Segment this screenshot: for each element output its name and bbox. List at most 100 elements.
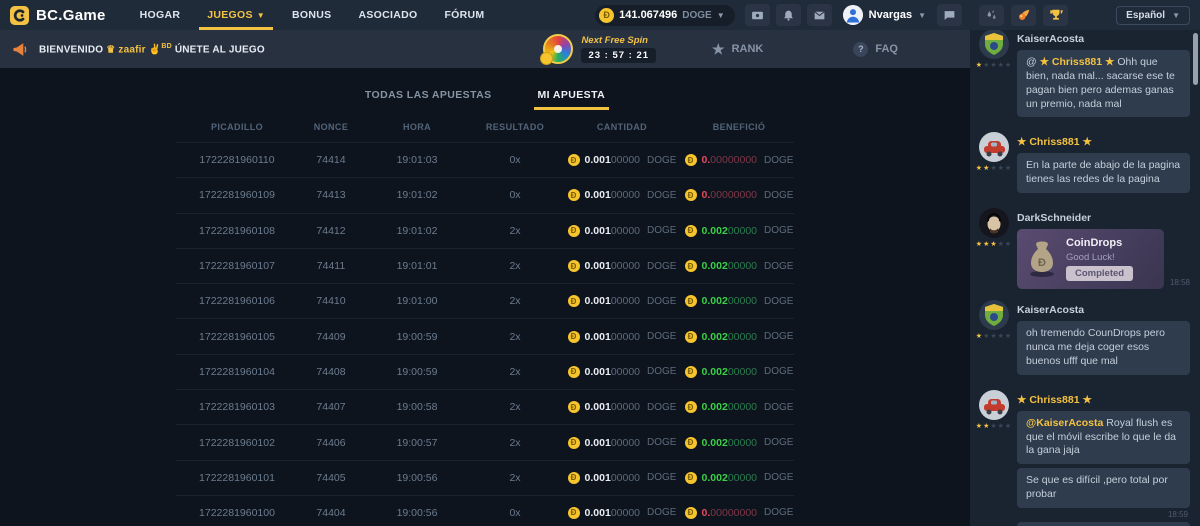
cell-hash: 1722281960106 xyxy=(176,295,298,307)
chat-username[interactable]: DarkSchneider xyxy=(1017,212,1091,224)
logo[interactable]: BC.Game xyxy=(10,6,106,25)
cell-nonce: 74406 xyxy=(298,437,364,449)
user-avatar[interactable] xyxy=(979,300,1009,330)
coindrop-card[interactable]: ÐCoinDropsGood Luck!Completed xyxy=(1017,229,1164,289)
table-row[interactable]: 17222819601067441019:01:002xÐ0.00100000D… xyxy=(176,283,794,318)
cell-hash: 1722281960109 xyxy=(176,189,298,201)
table-row[interactable]: 17222819601037440719:00:582xÐ0.00100000D… xyxy=(176,389,794,424)
mention: @KaiserAcosta xyxy=(1026,417,1103,429)
message-timestamp: 18:59 xyxy=(1017,510,1188,519)
column-header: CANTIDAD xyxy=(560,122,684,132)
coindrop-subtitle: Good Luck! xyxy=(1066,252,1133,263)
doge-coin-icon: Ð xyxy=(685,437,697,449)
nav-item-bonus[interactable]: BONUS xyxy=(292,0,331,30)
user-avatar[interactable] xyxy=(979,132,1009,162)
doge-coin-icon: Ð xyxy=(568,260,580,272)
app: BC.Game HOGAR JUEGOS▼ BONUS ASOCIADO FÓRUM Ð… xyxy=(0,0,1200,526)
cell-amount: Ð0.00100000DOGE xyxy=(560,401,684,413)
chat-username[interactable]: ★ Chriss881 ★ xyxy=(1017,136,1092,148)
table-row[interactable]: 17222819601097441319:01:020xÐ0.00100000D… xyxy=(176,177,794,212)
cell-profit: Ð0.00000000DOGE xyxy=(684,154,794,166)
coindrop-rain-button[interactable] xyxy=(979,5,1004,26)
coindrop-completed-button[interactable]: Completed xyxy=(1066,266,1133,281)
cell-time: 19:01:03 xyxy=(364,154,470,166)
star-icon: ★ xyxy=(998,333,1005,340)
doge-coin-icon: Ð xyxy=(685,331,697,343)
chat-toggle-button[interactable] xyxy=(937,4,962,26)
cell-time: 19:01:00 xyxy=(364,295,470,307)
chat-message-list: ★★★★★KaiserAcosta@ ★ Chriss881 ★ Ohh que… xyxy=(970,30,1200,526)
cell-amount: Ð0.00100000DOGE xyxy=(560,331,684,343)
cell-time: 19:00:56 xyxy=(364,472,470,484)
doge-coin-icon: Ð xyxy=(568,189,580,201)
megaphone-icon xyxy=(12,41,29,58)
chat-message: ★★★★★KaiserAcosta@ ★ Chriss881 ★ Ohh que… xyxy=(978,30,1190,121)
faq-label: FAQ xyxy=(875,43,898,55)
avatar xyxy=(843,5,863,25)
table-row[interactable]: 17222819601017440519:00:562xÐ0.00100000D… xyxy=(176,460,794,495)
fireball-button[interactable] xyxy=(1011,5,1036,26)
cell-nonce: 74414 xyxy=(298,154,364,166)
doge-coin-icon: Ð xyxy=(568,472,580,484)
nav-item-asociado[interactable]: ASOCIADO xyxy=(358,0,417,30)
balance-selector[interactable]: Ð 141.067496 DOGE ▼ xyxy=(595,5,735,26)
user-avatar[interactable] xyxy=(979,30,1009,59)
cell-result: 2x xyxy=(470,260,560,272)
nav-item-juegos[interactable]: JUEGOS▼ xyxy=(207,0,265,30)
cell-result: 0x xyxy=(470,154,560,166)
language-selector[interactable]: Español ▼ xyxy=(1116,6,1190,25)
table-row[interactable]: 17222819601047440819:00:592xÐ0.00100000D… xyxy=(176,354,794,389)
spin-countdown: 23 : 57 : 21 xyxy=(581,48,656,63)
cell-amount: Ð0.00100000DOGE xyxy=(560,189,684,201)
spin-info: Next Free Spin 23 : 57 : 21 xyxy=(581,35,656,63)
user-avatar[interactable] xyxy=(979,390,1009,420)
table-row[interactable]: 17222819601107441419:01:030xÐ0.00100000D… xyxy=(176,142,794,177)
table-row[interactable]: 17222819601057440919:00:592xÐ0.00100000D… xyxy=(176,318,794,353)
doge-coin-icon: Ð xyxy=(568,331,580,343)
top-navbar: BC.Game HOGAR JUEGOS▼ BONUS ASOCIADO FÓRUM Ð… xyxy=(0,0,970,30)
cell-hash: 1722281960101 xyxy=(176,472,298,484)
user-avatar[interactable] xyxy=(979,208,1009,238)
coindrop-info: CoinDropsGood Luck!Completed xyxy=(1066,237,1133,281)
cell-result: 2x xyxy=(470,472,560,484)
tab-todas-las-apuestas[interactable]: TODAS LAS APUESTAS xyxy=(365,89,492,110)
nav-item-hogar[interactable]: HOGAR xyxy=(140,0,181,30)
table-row[interactable]: 17222819601007440419:00:560xÐ0.00100000D… xyxy=(176,495,794,526)
table-row[interactable]: 17222819601027440619:00:572xÐ0.00100000D… xyxy=(176,424,794,459)
vault-button[interactable] xyxy=(745,4,770,26)
chat-message-body: ★ Chriss881 ★En la parte de abajo de la … xyxy=(1017,132,1190,197)
cell-time: 19:01:02 xyxy=(364,189,470,201)
cell-nonce: 74410 xyxy=(298,295,364,307)
star-icon: ★ xyxy=(990,241,997,248)
chat-message: ★★★★★★ Chriss881 ★En la parte de abajo d… xyxy=(978,132,1190,197)
star-icon: ★ xyxy=(998,165,1005,172)
user-menu[interactable]: Nvargas ▼ xyxy=(843,5,926,25)
column-header: PICADILLO xyxy=(176,122,298,132)
star-icon: ★ xyxy=(1005,333,1012,340)
cell-result: 2x xyxy=(470,366,560,378)
chat-message-body: ★ Chriss881 ★@KaiserAcosta Royal flush e… xyxy=(1017,390,1190,526)
chat-username[interactable]: KaiserAcosta xyxy=(1017,33,1084,45)
chat-username[interactable]: ★ Chriss881 ★ xyxy=(1017,394,1092,406)
messages-button[interactable] xyxy=(807,4,832,26)
chat-message-left: ★★★★★ xyxy=(978,300,1010,379)
tab-mi-apuesta[interactable]: MI APUESTA xyxy=(538,89,606,110)
trophy-button[interactable] xyxy=(1043,5,1068,26)
table-row[interactable]: 17222819601087441219:01:022xÐ0.00100000D… xyxy=(176,213,794,248)
nav-item-fórum[interactable]: FÓRUM xyxy=(444,0,484,30)
chat-message-left: ★★★★★ xyxy=(978,30,1010,121)
table-row[interactable]: 17222819601077441119:01:012xÐ0.00100000D… xyxy=(176,248,794,283)
column-header: BENEFICIÓ xyxy=(684,122,794,132)
notifications-button[interactable] xyxy=(776,4,801,26)
rank-link[interactable]: ★ RANK xyxy=(712,42,763,56)
chat-username[interactable]: KaiserAcosta xyxy=(1017,304,1084,316)
question-icon: ? xyxy=(853,42,868,57)
star-icon: ★ xyxy=(990,333,997,340)
doge-coin-icon: Ð xyxy=(685,401,697,413)
vault-icon xyxy=(751,9,764,22)
bell-icon xyxy=(782,9,795,22)
logo-icon xyxy=(10,6,29,25)
free-spin-widget[interactable]: Next Free Spin 23 : 57 : 21 xyxy=(543,34,656,64)
chat-scrollbar[interactable] xyxy=(1193,33,1198,85)
faq-link[interactable]: ? FAQ xyxy=(853,42,898,57)
